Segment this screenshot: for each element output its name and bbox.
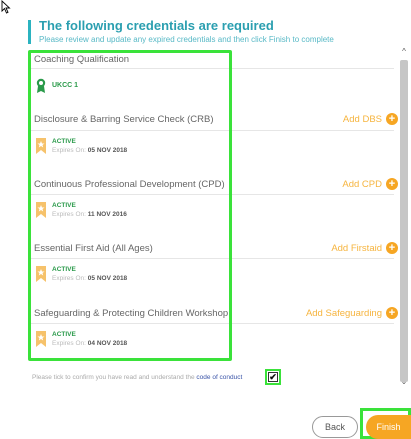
section-title-safeguarding: Safeguarding & Protecting Children Works…	[34, 308, 229, 319]
code-of-conduct-link[interactable]: code of conduct	[196, 374, 242, 381]
add-safeguarding-label: Add Safeguarding	[305, 307, 382, 319]
credential-expiry: Expires On: 05 NOV 2018	[52, 275, 127, 282]
plus-icon: +	[386, 178, 398, 190]
credential-status: ACTIVE	[52, 202, 76, 209]
credential-safeguarding[interactable]: ACTIVE Expires On: 04 NOV 2018	[36, 331, 127, 347]
credentials-header: The following credentials are required P…	[28, 18, 398, 48]
page-subtitle: Please review and update any expired cre…	[39, 35, 334, 44]
add-dbs-label: Add DBS	[342, 113, 382, 125]
expiry-value: 05 NOV 2018	[87, 275, 128, 282]
add-firstaid-link[interactable]: Add Firstaid +	[331, 242, 398, 254]
bookmark-badge-icon	[36, 331, 46, 347]
section-title-coaching: Coaching Qualification	[34, 54, 130, 65]
plus-icon: +	[386, 242, 398, 254]
section-divider	[28, 194, 394, 195]
credential-status: ACTIVE	[52, 138, 76, 145]
code-of-conduct-confirmation: Please tick to confirm you have read and…	[32, 374, 242, 381]
header-accent-bar	[28, 20, 31, 44]
credential-name: UKCC 1	[52, 82, 79, 89]
add-cpd-label: Add CPD	[342, 178, 382, 190]
plus-icon: +	[386, 307, 398, 319]
award-ribbon-icon	[36, 78, 46, 93]
plus-icon: +	[386, 113, 398, 125]
credential-expiry: Expires On: 05 NOV 2018	[52, 147, 127, 154]
credential-expiry: Expires On: 04 NOV 2018	[52, 340, 127, 347]
expiry-label: Expires On:	[52, 211, 86, 218]
credential-first-aid[interactable]: ACTIVE Expires On: 05 NOV 2018	[36, 266, 127, 282]
bookmark-badge-icon	[36, 266, 46, 282]
credential-status: ACTIVE	[52, 331, 76, 338]
bookmark-badge-icon	[36, 138, 46, 154]
finish-button[interactable]: Finish	[366, 415, 411, 439]
scroll-up-icon[interactable]: ^	[398, 46, 410, 58]
expiry-value: 05 NOV 2018	[87, 147, 128, 154]
scrollbar-thumb[interactable]	[400, 60, 408, 382]
expiry-value: 11 NOV 2016	[87, 211, 127, 218]
section-divider	[28, 68, 394, 69]
credential-status: ACTIVE	[52, 266, 76, 273]
add-safeguarding-link[interactable]: Add Safeguarding +	[306, 307, 398, 319]
add-cpd-link[interactable]: Add CPD +	[342, 178, 398, 190]
credential-dbs[interactable]: ACTIVE Expires On: 05 NOV 2018	[36, 138, 127, 154]
mouse-cursor-icon	[1, 0, 11, 14]
expiry-label: Expires On:	[52, 340, 86, 347]
section-divider	[28, 258, 394, 259]
credentials-list[interactable]: Coaching Qualification UKCC 1 Disclosure…	[28, 50, 398, 394]
section-divider	[28, 130, 394, 131]
section-title-cpd: Continuous Professional Development (CPD…	[34, 179, 225, 190]
confirm-text: Please tick to confirm you have read and…	[32, 374, 195, 381]
section-divider	[28, 323, 394, 324]
vertical-scrollbar[interactable]: ^ ⌄	[398, 46, 410, 390]
code-of-conduct-checkbox[interactable]: ✔	[268, 372, 278, 382]
back-button[interactable]: Back	[312, 416, 358, 438]
page-title: The following credentials are required	[39, 18, 274, 33]
add-dbs-link[interactable]: Add DBS +	[343, 113, 398, 125]
credential-ukcc[interactable]: UKCC 1	[36, 78, 78, 94]
scroll-down-icon[interactable]: ⌄	[398, 376, 410, 388]
add-firstaid-label: Add Firstaid	[331, 242, 382, 254]
checkbox-highlight: ✔	[265, 369, 281, 385]
credential-expiry: Expires On: 11 NOV 2016	[52, 211, 127, 218]
bookmark-badge-icon	[36, 202, 46, 218]
section-title-dbs: Disclosure & Barring Service Check (CRB)	[34, 114, 214, 125]
section-title-first-aid: Essential First Aid (All Ages)	[34, 243, 153, 254]
expiry-label: Expires On:	[52, 147, 86, 154]
credential-cpd[interactable]: ACTIVE Expires On: 11 NOV 2016	[36, 202, 127, 218]
expiry-value: 04 NOV 2018	[87, 340, 128, 347]
expiry-label: Expires On:	[52, 275, 86, 282]
